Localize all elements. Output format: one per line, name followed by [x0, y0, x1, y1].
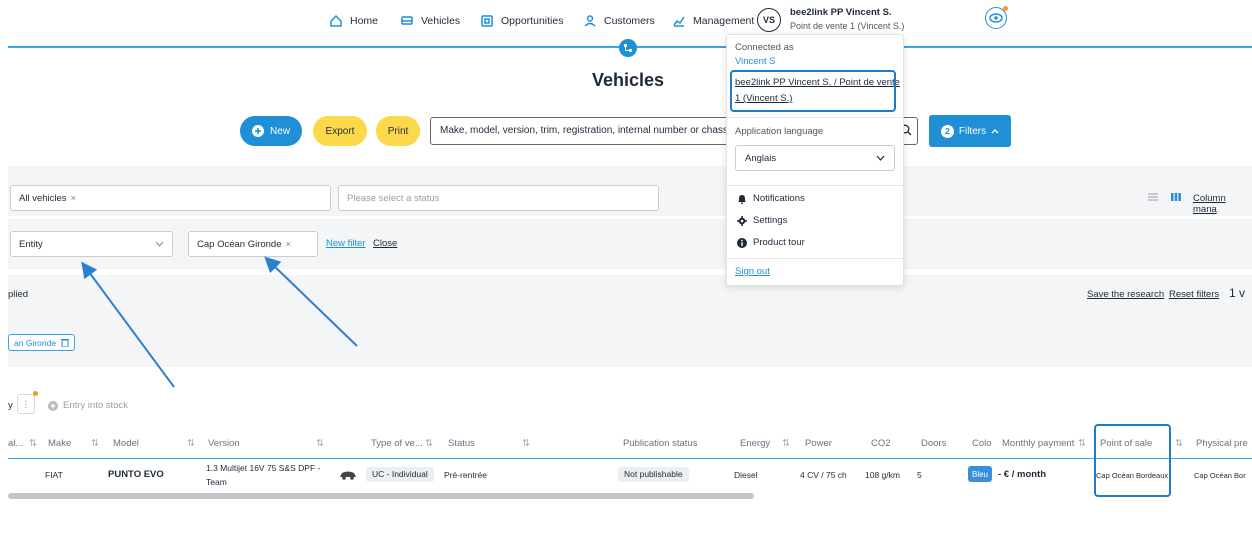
col-header-physical[interactable]: Physical pre — [1196, 438, 1248, 449]
col-header-co2[interactable]: CO2 — [871, 438, 891, 449]
more-actions-button[interactable]: ⋮ — [17, 394, 35, 414]
connected-user: Vincent S — [735, 56, 776, 67]
settings-menu-item[interactable]: Settings — [737, 215, 787, 226]
entry-into-stock-button[interactable]: Entry into stock — [48, 400, 128, 411]
sort-icon[interactable]: ⇅ — [29, 438, 37, 449]
sort-icon[interactable]: ⇅ — [782, 438, 790, 449]
connected-as-label: Connected as — [735, 42, 794, 53]
info-icon — [737, 237, 747, 248]
sort-icon[interactable]: ⇅ — [187, 438, 195, 449]
col-header-power[interactable]: Power — [805, 438, 832, 449]
point-of-sale-highlight — [1094, 424, 1171, 497]
sort-icon[interactable]: ⇅ — [316, 438, 324, 449]
cell-version-line1: 1.3 Multijet 16V 75 S&S DPF - — [206, 463, 321, 473]
cell-doors: 5 — [917, 470, 922, 480]
col-header-color[interactable]: Colo — [972, 438, 992, 449]
bell-icon — [738, 194, 746, 204]
car-icon — [340, 471, 356, 480]
language-select[interactable]: Anglais — [735, 145, 895, 171]
col-header-type[interactable]: Type of ve... — [371, 438, 423, 449]
sort-icon[interactable]: ⇅ — [425, 438, 433, 449]
gear-icon — [737, 215, 747, 226]
col-header-make[interactable]: Make — [48, 438, 71, 449]
sort-icon[interactable]: ⇅ — [1078, 438, 1086, 449]
col-header-model[interactable]: Model — [113, 438, 139, 449]
arrow-to-entity-chip — [264, 256, 358, 347]
col-header[interactable]: al... — [8, 438, 23, 449]
cell-model: PUNTO EVO — [108, 469, 164, 480]
cell-monthly: - € / month — [998, 469, 1047, 480]
account-highlight — [730, 70, 896, 112]
col-header-status[interactable]: Status — [448, 438, 475, 449]
sort-icon[interactable]: ⇅ — [91, 438, 99, 449]
col-header-monthly[interactable]: Monthly payment — [1002, 438, 1074, 449]
sort-label: y — [8, 400, 13, 411]
sign-out-link[interactable]: Sign out — [735, 266, 770, 277]
cell-make: FIAT — [45, 470, 63, 480]
cell-power: 4 CV / 75 ch — [800, 470, 847, 480]
notifications-menu-item[interactable]: Notifications — [737, 193, 805, 204]
cell-physical: Cap Océan Bor — [1194, 471, 1246, 480]
plus-circle-icon — [48, 400, 58, 411]
color-badge: Bleu — [968, 466, 992, 482]
horizontal-scrollbar[interactable] — [8, 493, 754, 499]
annotation-arrows — [81, 256, 358, 388]
col-header-doors[interactable]: Doors — [921, 438, 946, 449]
col-header-version[interactable]: Version — [208, 438, 240, 449]
col-header-energy[interactable]: Energy — [740, 438, 770, 449]
publication-badge: Not publishable — [618, 467, 689, 482]
type-badge: UC - Individual — [366, 467, 434, 482]
chevron-down-icon — [876, 155, 885, 161]
cell-energy: Diesel — [734, 470, 758, 480]
divider — [727, 258, 903, 259]
cell-version-line2: Team — [206, 477, 227, 487]
notification-dot — [33, 391, 38, 396]
col-header-publication[interactable]: Publication status — [623, 438, 697, 449]
language-label: Application language — [735, 126, 824, 137]
cell-co2: 108 g/km — [865, 470, 900, 480]
product-tour-menu-item[interactable]: Product tour — [737, 237, 805, 248]
divider — [727, 185, 903, 186]
arrow-to-entity — [81, 261, 175, 388]
divider — [727, 117, 903, 118]
sort-icon[interactable]: ⇅ — [522, 438, 530, 449]
sort-icon[interactable]: ⇅ — [1175, 438, 1183, 449]
cell-status: Pré-rentrée — [444, 470, 487, 480]
